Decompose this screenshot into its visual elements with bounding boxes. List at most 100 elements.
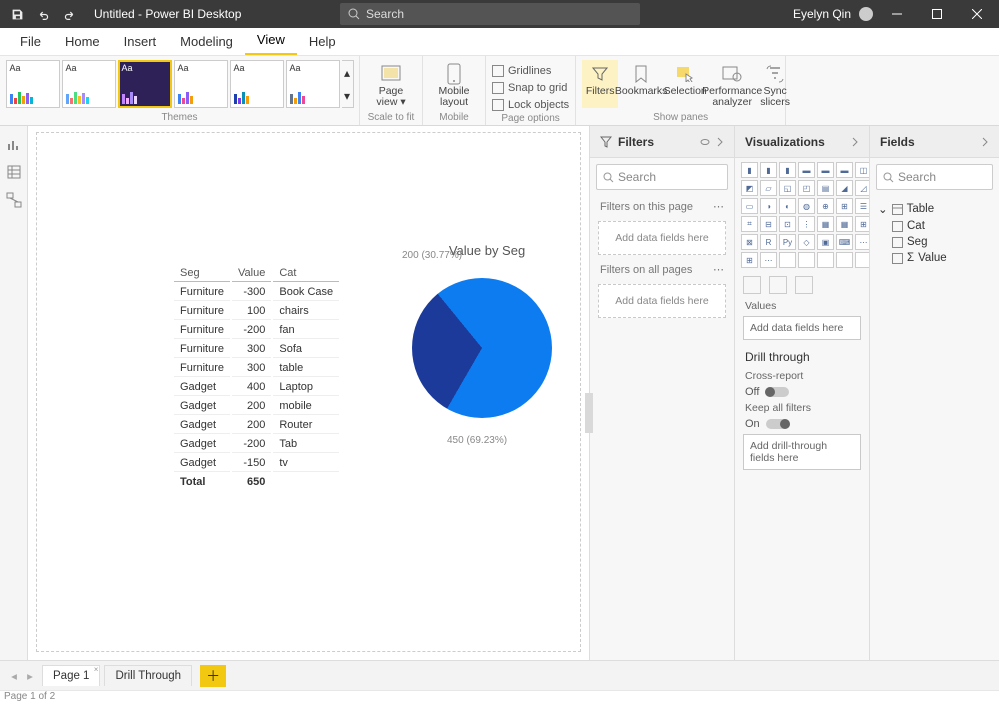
bookmarks-button[interactable]: Bookmarks [618, 60, 664, 108]
filters-all-pages-well[interactable]: Add data fields here [598, 284, 726, 318]
viz-type-cell[interactable]: ◍ [798, 198, 815, 214]
viz-type-cell[interactable]: ⊞ [741, 252, 758, 268]
filter-search[interactable]: Search [596, 164, 728, 190]
chevron-right-icon[interactable] [981, 137, 989, 147]
report-canvas[interactable]: Seg Value Cat Furniture-300Book CaseFurn… [36, 132, 581, 652]
viz-type-cell[interactable]: ▱ [760, 180, 777, 196]
theme-dropdown[interactable]: ▴▾ [342, 60, 354, 108]
viz-type-cell[interactable]: ▦ [817, 216, 834, 232]
sync-slicers-button[interactable]: Syncslicers [758, 60, 792, 108]
viz-type-cell[interactable]: ▮ [741, 162, 758, 178]
title-search[interactable]: Search [340, 3, 640, 25]
table-row[interactable]: Gadget200mobile [174, 398, 339, 415]
viz-type-cell[interactable]: ⊠ [741, 234, 758, 250]
chk-snap[interactable]: Snap to grid [492, 79, 569, 96]
viz-type-cell[interactable]: ▮ [760, 162, 777, 178]
theme-tile-2[interactable]: Aa [62, 60, 116, 108]
tab-modeling[interactable]: Modeling [168, 28, 245, 55]
keep-all-toggle[interactable] [766, 419, 790, 429]
fields-search[interactable]: Search [876, 164, 993, 190]
add-page-button[interactable]: ＋ [200, 665, 226, 687]
values-well[interactable]: Add data fields here [743, 316, 861, 340]
table-row[interactable]: Furniture100chairs [174, 303, 339, 320]
maximize-button[interactable] [921, 0, 953, 28]
tab-view[interactable]: View [245, 26, 297, 55]
tab-home[interactable]: Home [53, 28, 112, 55]
page-tab-1[interactable]: Page 1× [42, 665, 100, 686]
page-view-button[interactable]: Pageview ▾ [366, 60, 416, 108]
analytics-tool[interactable] [795, 276, 813, 294]
fields-tool[interactable] [743, 276, 761, 294]
pie-chart-visual[interactable]: Value by Seg 200 (30.77%) 450 (69.23%) [367, 243, 607, 428]
viz-type-cell[interactable]: ▣ [817, 234, 834, 250]
table-visual[interactable]: Seg Value Cat Furniture-300Book CaseFurn… [172, 263, 341, 492]
viz-type-cell[interactable]: ⌨ [836, 234, 853, 250]
viz-type-cell[interactable]: ▬ [798, 162, 815, 178]
format-tool[interactable] [769, 276, 787, 294]
viz-type-cell[interactable]: ▦ [836, 216, 853, 232]
report-view-icon[interactable] [6, 136, 22, 152]
viz-type-cell[interactable] [817, 252, 834, 268]
theme-tile-6[interactable]: Aa [286, 60, 340, 108]
viz-type-cell[interactable]: ◇ [798, 234, 815, 250]
viz-type-cell[interactable]: ⋮ [798, 216, 815, 232]
viz-type-cell[interactable]: ⊟ [760, 216, 777, 232]
theme-tile-1[interactable]: Aa [6, 60, 60, 108]
drill-fields-well[interactable]: Add drill-through fields here [743, 434, 861, 470]
avatar-icon[interactable] [859, 7, 873, 21]
tab-help[interactable]: Help [297, 28, 348, 55]
cross-report-toggle[interactable] [765, 387, 789, 397]
undo-icon[interactable] [34, 5, 52, 23]
viz-type-cell[interactable]: ⊡ [779, 216, 796, 232]
field-cat[interactable]: Cat [878, 218, 991, 234]
tree-table[interactable]: ⌄Table [878, 200, 991, 218]
viz-type-cell[interactable]: ▮ [779, 162, 796, 178]
chk-gridlines[interactable]: Gridlines [492, 62, 569, 79]
viz-type-cell[interactable]: ◐ [779, 198, 796, 214]
table-row[interactable]: Gadget-200Tab [174, 436, 339, 453]
viz-type-cell[interactable]: ◑ [760, 198, 777, 214]
table-row[interactable]: Gadget200Router [174, 417, 339, 434]
redo-icon[interactable] [60, 5, 78, 23]
eye-icon[interactable] [700, 137, 710, 147]
viz-type-cell[interactable] [798, 252, 815, 268]
chevron-right-icon[interactable] [851, 137, 859, 147]
table-row[interactable]: Furniture-200fan [174, 322, 339, 339]
user-name[interactable]: Eyelyn Qin [793, 7, 851, 21]
tab-insert[interactable]: Insert [112, 28, 169, 55]
theme-tile-5[interactable]: Aa [230, 60, 284, 108]
table-row[interactable]: Furniture300table [174, 360, 339, 377]
viz-type-cell[interactable]: ▤ [817, 180, 834, 196]
close-icon[interactable]: × [94, 665, 99, 674]
selection-button[interactable]: Selection [664, 60, 706, 108]
data-view-icon[interactable] [6, 164, 22, 180]
pane-splitter[interactable] [585, 393, 593, 433]
theme-tile-4[interactable]: Aa [174, 60, 228, 108]
filters-on-page-well[interactable]: Add data fields here [598, 221, 726, 255]
mobile-layout-button[interactable]: Mobilelayout [429, 60, 479, 108]
viz-type-cell[interactable]: ⌗ [741, 216, 758, 232]
table-row[interactable]: Furniture-300Book Case [174, 284, 339, 301]
perf-analyzer-button[interactable]: Performanceanalyzer [706, 60, 758, 108]
viz-type-cell[interactable]: Py [779, 234, 796, 250]
minimize-button[interactable] [881, 0, 913, 28]
page-next[interactable]: ▸ [22, 669, 38, 683]
viz-type-cell[interactable]: ⋯ [760, 252, 777, 268]
field-value[interactable]: ΣValue [878, 250, 991, 266]
viz-type-cell[interactable]: ▭ [741, 198, 758, 214]
viz-type-cell[interactable]: ◢ [836, 180, 853, 196]
save-icon[interactable] [8, 5, 26, 23]
field-seg[interactable]: Seg [878, 234, 991, 250]
viz-type-cell[interactable] [836, 252, 853, 268]
viz-type-cell[interactable]: ◱ [779, 180, 796, 196]
viz-type-cell[interactable]: ▬ [836, 162, 853, 178]
viz-type-cell[interactable]: ◰ [798, 180, 815, 196]
tab-file[interactable]: File [8, 28, 53, 55]
filters-pane-button[interactable]: Filters [582, 60, 618, 108]
viz-type-cell[interactable]: R [760, 234, 777, 250]
viz-type-cell[interactable]: ⊕ [817, 198, 834, 214]
table-row[interactable]: Gadget-150tv [174, 455, 339, 472]
viz-type-cell[interactable]: ▬ [817, 162, 834, 178]
viz-type-cell[interactable] [779, 252, 796, 268]
chk-lock[interactable]: Lock objects [492, 96, 569, 113]
